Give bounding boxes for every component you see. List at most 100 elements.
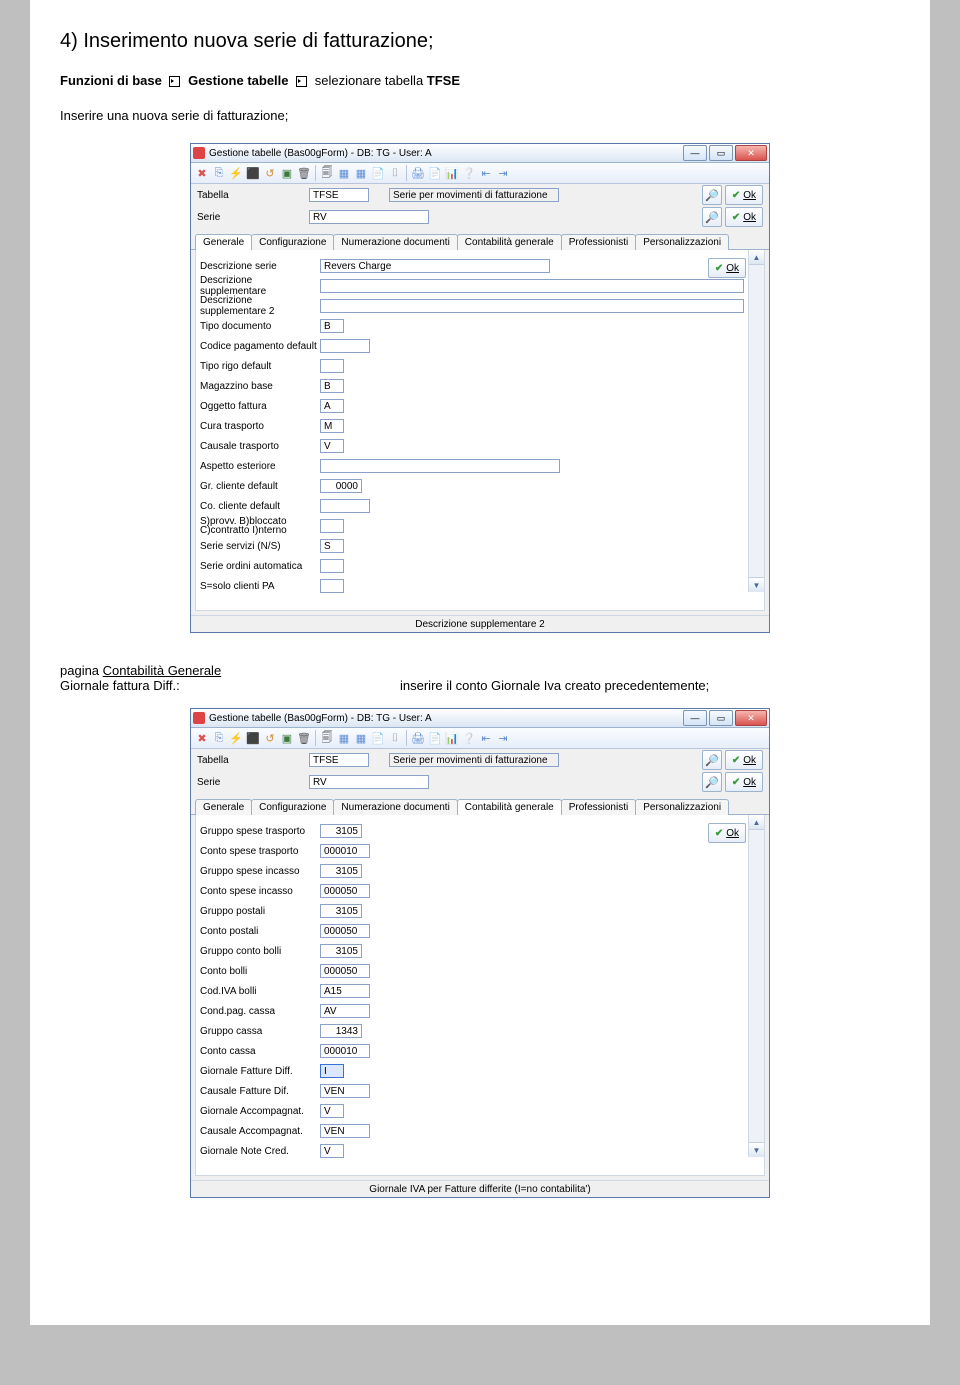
toolbar-icon[interactable]: 🗑 xyxy=(296,165,312,181)
scroll-down-icon[interactable]: ▼ xyxy=(749,577,764,592)
cura-trasporto-input[interactable] xyxy=(320,419,344,433)
minimize-button[interactable]: — xyxy=(683,145,707,161)
close-button[interactable]: ✕ xyxy=(735,710,767,726)
oggetto-input[interactable] xyxy=(320,399,344,413)
tab-configurazione[interactable]: Configurazione xyxy=(251,234,334,250)
tab-contabilita[interactable]: Contabilità generale xyxy=(457,234,562,250)
tab-numerazione[interactable]: Numerazione documenti xyxy=(333,234,457,250)
toolbar-icon[interactable]: ⬛ xyxy=(245,730,261,746)
toolbar-icon[interactable]: ▣ xyxy=(279,165,295,181)
toolbar-icon[interactable]: ⌷ xyxy=(387,730,403,746)
toolbar-icon[interactable]: ▦ xyxy=(353,165,369,181)
tab-personalizzazioni[interactable]: Personalizzazioni xyxy=(635,799,729,815)
descrizione-supp2-input[interactable] xyxy=(320,299,744,313)
toolbar-icon[interactable]: ⎘ xyxy=(211,165,227,181)
toolbar-icon[interactable]: 📄 xyxy=(370,730,386,746)
cond-pag-cassa-input[interactable] xyxy=(320,1004,370,1018)
toolbar-icon[interactable]: ⚡ xyxy=(228,730,244,746)
serie-ordini-input[interactable] xyxy=(320,559,344,573)
toolbar-icon[interactable]: ↺ xyxy=(262,165,278,181)
toolbar-icon[interactable]: ✖ xyxy=(194,165,210,181)
maximize-button[interactable]: ▭ xyxy=(709,710,733,726)
codice-pagamento-input[interactable] xyxy=(320,339,370,353)
tab-generale[interactable]: Generale xyxy=(195,799,252,815)
serie-servizi-input[interactable] xyxy=(320,539,344,553)
ok-button[interactable]: ✔Ok xyxy=(725,750,763,770)
conto-spese-incasso-input[interactable] xyxy=(320,884,370,898)
ok-button[interactable]: ✔Ok xyxy=(725,772,763,792)
toolbar-icon[interactable]: ⇤ xyxy=(478,165,494,181)
toolbar-icon[interactable]: ⇥ xyxy=(495,730,511,746)
toolbar-icon[interactable]: 📄 xyxy=(427,730,443,746)
tab-professionisti[interactable]: Professionisti xyxy=(561,234,636,250)
toolbar-icon[interactable]: ⎘ xyxy=(211,730,227,746)
close-button[interactable]: ✕ xyxy=(735,145,767,161)
toolbar-icon[interactable]: ⚡ xyxy=(228,165,244,181)
scrollbar[interactable]: ▲ ▼ xyxy=(748,815,764,1157)
conto-cassa-input[interactable] xyxy=(320,1044,370,1058)
ok-button[interactable]: ✔Ok xyxy=(708,823,746,843)
toolbar-icon[interactable]: 📊 xyxy=(444,730,460,746)
causale-accompagnat-input[interactable] xyxy=(320,1124,370,1138)
toolbar-icon[interactable]: 📄 xyxy=(370,165,386,181)
descrizione-serie-input[interactable] xyxy=(320,259,550,273)
toolbar-icon[interactable]: ↺ xyxy=(262,730,278,746)
gruppo-conto-bolli-input[interactable] xyxy=(320,944,362,958)
toolbar-icon[interactable]: 🖨 xyxy=(410,165,426,181)
toolbar-icon[interactable]: 🗐 xyxy=(319,165,335,181)
toolbar-icon[interactable]: 🖨 xyxy=(410,730,426,746)
gruppo-postali-input[interactable] xyxy=(320,904,362,918)
conto-spese-trasporto-input[interactable] xyxy=(320,844,370,858)
toolbar-icon[interactable]: ❔ xyxy=(461,165,477,181)
scroll-up-icon[interactable]: ▲ xyxy=(749,250,764,265)
gruppo-spese-incasso-input[interactable] xyxy=(320,864,362,878)
maximize-button[interactable]: ▭ xyxy=(709,145,733,161)
search-icon[interactable]: 🔎 xyxy=(702,185,722,205)
toolbar-icon[interactable]: 🗑 xyxy=(296,730,312,746)
toolbar-icon[interactable]: ⬛ xyxy=(245,165,261,181)
toolbar-icon[interactable]: ❔ xyxy=(461,730,477,746)
tab-contabilita[interactable]: Contabilità generale xyxy=(457,799,562,815)
scroll-up-icon[interactable]: ▲ xyxy=(749,815,764,830)
search-icon[interactable]: 🔎 xyxy=(702,207,722,227)
toolbar-icon[interactable]: 🗐 xyxy=(319,730,335,746)
gruppo-spese-trasporto-input[interactable] xyxy=(320,824,362,838)
ok-button[interactable]: ✔Ok xyxy=(725,207,763,227)
magazzino-input[interactable] xyxy=(320,379,344,393)
toolbar-icon[interactable]: 📊 xyxy=(444,165,460,181)
tab-configurazione[interactable]: Configurazione xyxy=(251,799,334,815)
tabella-input[interactable] xyxy=(309,188,369,202)
search-icon[interactable]: 🔎 xyxy=(702,750,722,770)
tipo-documento-input[interactable] xyxy=(320,319,344,333)
toolbar-icon[interactable]: ✖ xyxy=(194,730,210,746)
conto-postali-input[interactable] xyxy=(320,924,370,938)
toolbar-icon[interactable]: 📄 xyxy=(427,165,443,181)
toolbar-icon[interactable]: ▦ xyxy=(336,730,352,746)
toolbar-icon[interactable]: ▣ xyxy=(279,730,295,746)
sprovv-input[interactable] xyxy=(320,519,344,533)
gruppo-cassa-input[interactable] xyxy=(320,1024,362,1038)
scroll-down-icon[interactable]: ▼ xyxy=(749,1142,764,1157)
tab-numerazione[interactable]: Numerazione documenti xyxy=(333,799,457,815)
search-icon[interactable]: 🔎 xyxy=(702,772,722,792)
minimize-button[interactable]: — xyxy=(683,710,707,726)
tab-professionisti[interactable]: Professionisti xyxy=(561,799,636,815)
serie-input[interactable] xyxy=(309,210,429,224)
toolbar-icon[interactable]: ⌷ xyxy=(387,165,403,181)
cod-iva-bolli-input[interactable] xyxy=(320,984,370,998)
causale-fatture-dif-input[interactable] xyxy=(320,1084,370,1098)
descrizione-supp-input[interactable] xyxy=(320,279,744,293)
giornale-fatture-diff-input[interactable] xyxy=(320,1064,344,1078)
toolbar-icon[interactable]: ▦ xyxy=(353,730,369,746)
tab-personalizzazioni[interactable]: Personalizzazioni xyxy=(635,234,729,250)
co-cliente-input[interactable] xyxy=(320,499,370,513)
tipo-rigo-input[interactable] xyxy=(320,359,344,373)
solo-pa-input[interactable] xyxy=(320,579,344,593)
toolbar-icon[interactable]: ⇥ xyxy=(495,165,511,181)
serie-input[interactable] xyxy=(309,775,429,789)
gr-cliente-input[interactable] xyxy=(320,479,362,493)
ok-button[interactable]: ✔Ok xyxy=(708,258,746,278)
tab-generale[interactable]: Generale xyxy=(195,234,252,250)
tabella-input[interactable] xyxy=(309,753,369,767)
conto-bolli-input[interactable] xyxy=(320,964,370,978)
